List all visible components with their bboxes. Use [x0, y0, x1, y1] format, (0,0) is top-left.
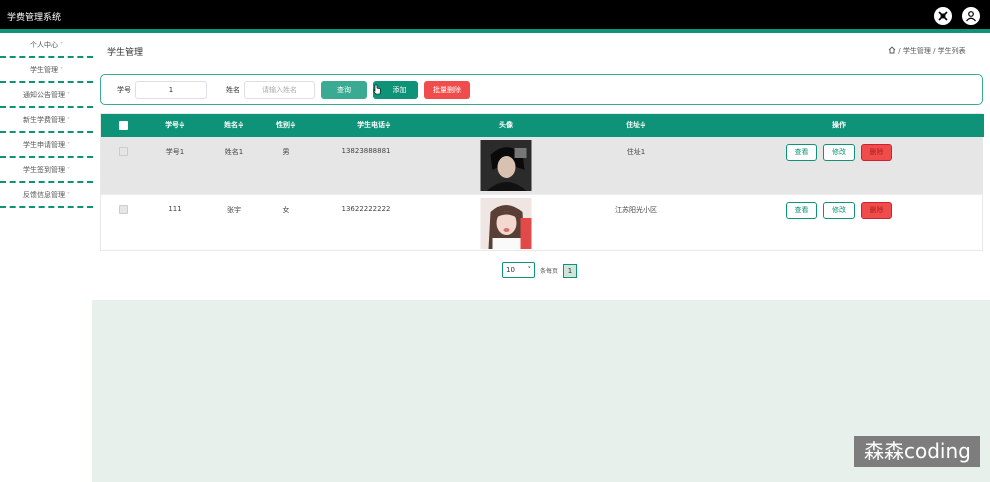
- cell-phone: 13823888881: [341, 147, 391, 155]
- add-button[interactable]: 添加: [373, 81, 418, 99]
- sidebar-item-tuition-management[interactable]: 新生学费管理 ˅: [0, 108, 93, 133]
- column-gender[interactable]: 性别≑: [276, 114, 296, 137]
- user-icon[interactable]: [962, 7, 980, 25]
- sidebar-item-label: 学生签到管理: [23, 166, 65, 174]
- settings-icon[interactable]: [934, 7, 952, 25]
- sidebar-item-notice-management[interactable]: 通知公告管理 ˅: [0, 83, 93, 108]
- sidebar-item-application-management[interactable]: 学生申请管理 ˅: [0, 133, 93, 158]
- home-icon[interactable]: [888, 46, 896, 54]
- chevron-down-icon: ˅: [527, 266, 532, 274]
- chevron-down-icon: ˅: [67, 167, 70, 174]
- batch-delete-button[interactable]: 批量删除: [424, 81, 470, 99]
- column-actions: 操作: [832, 121, 846, 129]
- avatar-image: [480, 198, 532, 249]
- cell-student-no: 111: [168, 205, 182, 213]
- sidebar-item-label: 新生学费管理: [23, 116, 65, 124]
- sidebar-item-personal-center[interactable]: 个人中心 ˅: [0, 33, 93, 58]
- sidebar-item-label: 学生申请管理: [23, 141, 65, 149]
- page-size-value: 10: [506, 266, 515, 274]
- view-button[interactable]: 查看: [786, 144, 817, 161]
- sidebar-item-label: 学生管理: [30, 66, 58, 74]
- row-checkbox[interactable]: [119, 147, 128, 156]
- cell-name: 姓名1: [224, 148, 244, 156]
- student-no-input[interactable]: 1: [135, 81, 207, 99]
- top-bar: [0, 0, 990, 32]
- cell-address: 江苏阳光小区: [615, 206, 657, 214]
- row-checkbox[interactable]: [119, 205, 128, 214]
- column-address[interactable]: 住址≑: [626, 114, 646, 137]
- chevron-down-icon: ˅: [60, 67, 63, 74]
- cell-gender: 女: [282, 206, 290, 214]
- name-input[interactable]: 请输入姓名: [244, 81, 315, 99]
- table-header: 学号≑ 姓名≑ 性别≑ 学生电话≑ 头像 住址≑ 操作: [101, 114, 984, 137]
- column-phone[interactable]: 学生电话≑: [357, 114, 391, 137]
- table-row[interactable]: 学号1 姓名1 男 13823888881 住址1 查看 修改 删除: [101, 137, 982, 194]
- cell-student-no: 学号1: [165, 148, 185, 156]
- cell-gender: 男: [282, 148, 290, 156]
- cell-phone: 13622222222: [341, 205, 391, 213]
- sidebar-item-label: 通知公告管理: [23, 91, 65, 99]
- breadcrumb-separator: /: [933, 47, 936, 55]
- app-title: 学费管理系统: [7, 13, 62, 23]
- breadcrumb-level2: 学生列表: [937, 47, 966, 55]
- chevron-down-icon: ˅: [67, 142, 70, 149]
- sidebar-item-label: 个人中心: [30, 41, 58, 49]
- name-label: 姓名: [226, 86, 240, 94]
- add-button-label: 添加: [392, 86, 407, 94]
- breadcrumb: / 学生管理 / 学生列表: [888, 46, 966, 56]
- delete-button[interactable]: 删除: [861, 202, 892, 219]
- current-page-button[interactable]: 1: [563, 264, 577, 278]
- watermark: 森森coding: [854, 436, 980, 467]
- chevron-down-icon: ˅: [60, 42, 63, 49]
- chevron-down-icon: ˅: [67, 117, 70, 124]
- per-page-text: 条每页: [540, 268, 559, 275]
- search-panel: 学号 1 姓名 请输入姓名 查询 添加 批量删除: [100, 74, 983, 105]
- delete-button[interactable]: 删除: [861, 144, 892, 161]
- view-button[interactable]: 查看: [786, 202, 817, 219]
- cursor-icon: [373, 84, 381, 95]
- table-row[interactable]: 111 张宇 女 13622222222 江苏阳光小区 查看 修改 删除: [101, 194, 982, 250]
- column-student-no[interactable]: 学号≑: [165, 114, 185, 137]
- chevron-down-icon: ˅: [67, 92, 70, 99]
- cell-address: 住址1: [626, 148, 646, 156]
- edit-button[interactable]: 修改: [823, 144, 855, 161]
- edit-button[interactable]: 修改: [823, 202, 855, 219]
- breadcrumb-separator: /: [898, 47, 901, 55]
- page-title: 学生管理: [107, 48, 144, 58]
- cell-name: 张宇: [227, 206, 241, 214]
- sidebar-item-feedback-management[interactable]: 反馈信息管理 ˅: [0, 183, 93, 208]
- chevron-down-icon: ˅: [67, 192, 70, 199]
- page-size-select[interactable]: 10 ˅: [502, 262, 535, 278]
- top-bar-accent: [0, 29, 990, 33]
- column-avatar: 头像: [499, 121, 513, 129]
- sidebar-item-label: 反馈信息管理: [23, 191, 65, 199]
- avatar-image: [480, 140, 532, 191]
- student-table: 学号≑ 姓名≑ 性别≑ 学生电话≑ 头像 住址≑ 操作 学号1 姓名1 男 13…: [100, 113, 984, 251]
- sidebar-item-checkin-management[interactable]: 学生签到管理 ˅: [0, 158, 93, 183]
- column-name[interactable]: 姓名≑: [224, 114, 244, 137]
- query-button[interactable]: 查询: [321, 81, 367, 99]
- select-all-checkbox[interactable]: [119, 121, 128, 130]
- student-no-label: 学号: [117, 86, 131, 94]
- sidebar-item-student-management[interactable]: 学生管理 ˅: [0, 58, 93, 83]
- breadcrumb-level1[interactable]: 学生管理: [903, 47, 931, 55]
